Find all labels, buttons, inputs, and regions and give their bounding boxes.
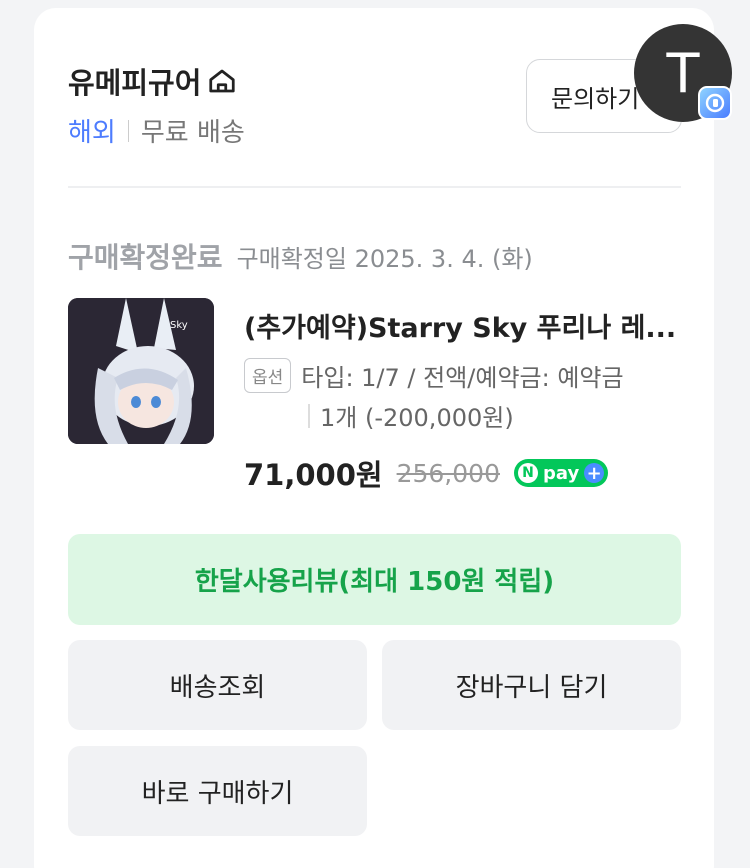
npay-n-icon: N	[517, 463, 538, 483]
home-icon[interactable]	[207, 66, 237, 96]
app-glyph-icon	[705, 93, 725, 113]
plus-icon: +	[584, 463, 605, 484]
seller-tags: 해외 무료 배송	[68, 112, 245, 149]
npay-icon: N pay +	[513, 459, 609, 487]
sale-price: 71,000원	[244, 458, 383, 492]
quantity-divider	[308, 403, 310, 428]
confirm-date: 구매확정일 2025. 3. 4. (화)	[236, 245, 533, 273]
order-status-line: 구매확정완료 구매확정일 2025. 3. 4. (화)	[68, 236, 533, 276]
option-text: 타입: 1/7 / 전액/예약금: 예약금	[301, 364, 624, 392]
product-thumbnail[interactable]: Sky	[68, 298, 214, 444]
order-status: 구매확정완료	[68, 241, 223, 274]
price-row: 71,000원 256,000 N pay +	[244, 452, 609, 494]
quantity-text: 1개 (-200,000원)	[320, 404, 514, 432]
option-row: 옵션 타입: 1/7 / 전액/예약금: 예약금	[244, 358, 624, 393]
app-badge-icon[interactable]	[698, 86, 732, 120]
section-divider	[68, 186, 681, 188]
free-shipping-tag: 무료 배송	[140, 118, 245, 148]
seller-name[interactable]: 유메피규어	[68, 60, 237, 102]
add-to-cart-button[interactable]: 장바구니 담기	[382, 640, 681, 730]
thumb-caption: Sky	[170, 320, 188, 331]
buy-now-button[interactable]: 바로 구매하기	[68, 746, 367, 836]
review-button[interactable]: 한달사용리뷰(최대 150원 적립)	[68, 534, 681, 625]
npay-label: pay	[542, 462, 580, 484]
order-card: 유메피규어 해외 무료 배송 문의하기 구매확정완료 구매확정일 2025. 3…	[34, 8, 714, 868]
delivery-tracking-button[interactable]: 배송조회	[68, 640, 367, 730]
original-price: 256,000	[396, 458, 500, 488]
seller-name-text[interactable]: 유메피규어	[68, 60, 201, 102]
overseas-tag: 해외	[68, 118, 116, 148]
product-image: Sky	[68, 298, 214, 444]
tag-divider	[127, 119, 129, 142]
quantity-row: 1개 (-200,000원)	[308, 398, 514, 433]
product-title[interactable]: (추가예약)Starry Sky 푸리나 레...	[244, 306, 684, 345]
option-badge: 옵션	[244, 358, 292, 393]
